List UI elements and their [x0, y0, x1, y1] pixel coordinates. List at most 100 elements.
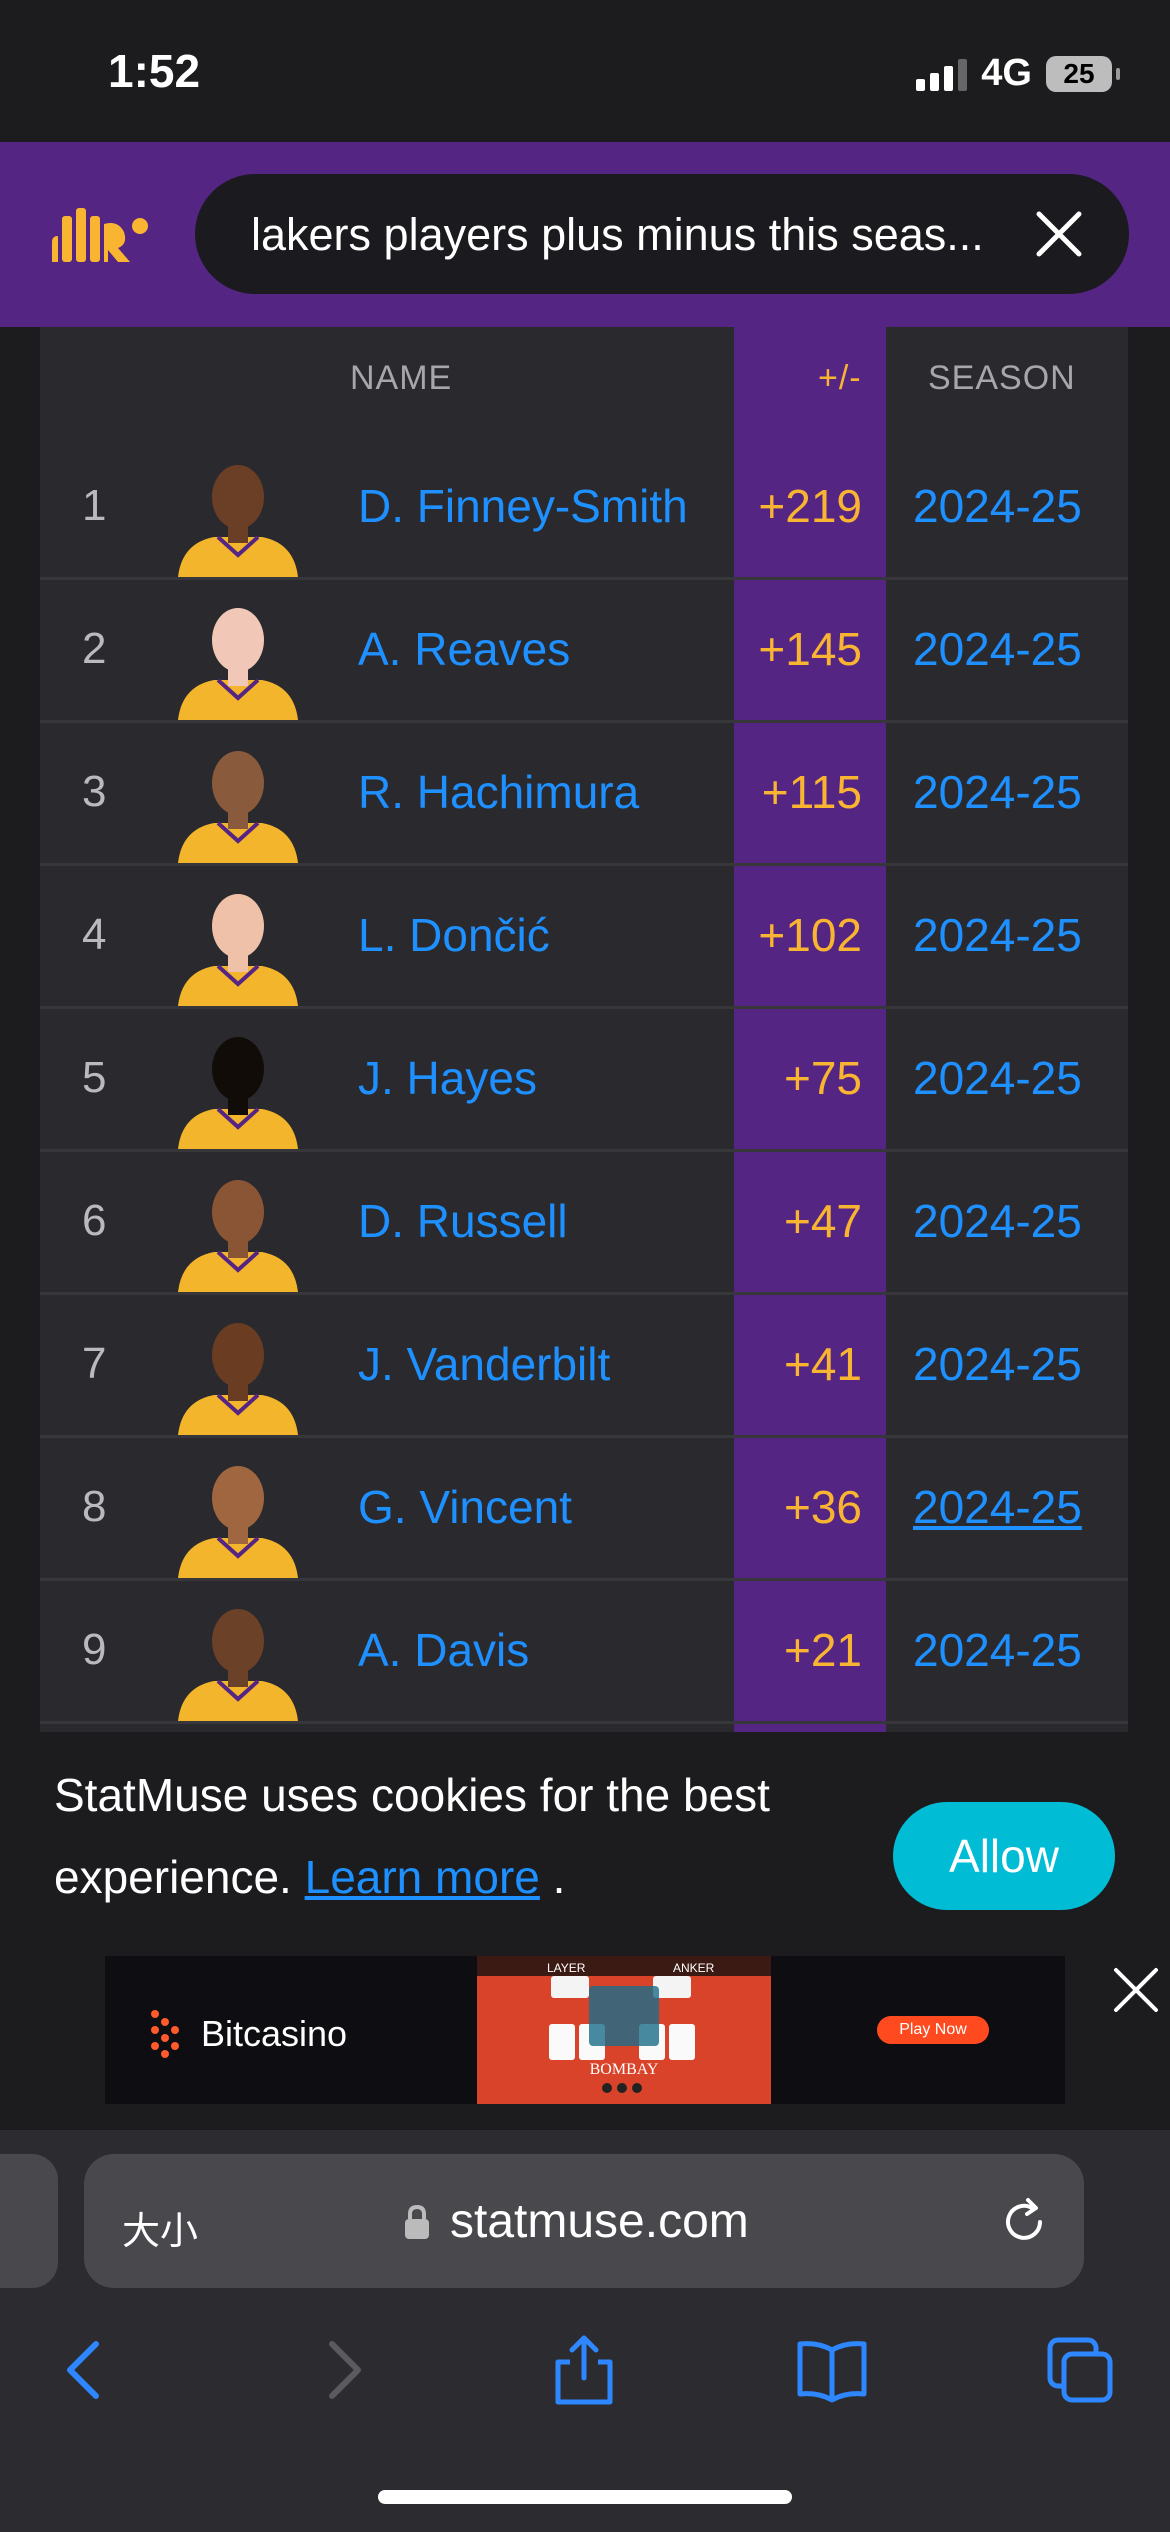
- player-name-link[interactable]: R. Hachimura: [358, 765, 639, 819]
- season-link[interactable]: 2024-25: [913, 908, 1082, 962]
- app-header: lakers players plus minus this seas...: [0, 142, 1170, 327]
- url-text: statmuse.com: [450, 2195, 749, 2248]
- table-row[interactable]: 4 L. Dončić +102 2024-25: [40, 866, 1128, 1009]
- header-plus-minus[interactable]: +/-: [818, 359, 862, 398]
- table-row[interactable]: 5 J. Hayes +75 2024-25: [40, 1009, 1128, 1152]
- season-link[interactable]: 2024-25: [913, 1623, 1082, 1677]
- home-indicator: [378, 2490, 792, 2504]
- ad-banner[interactable]: Bitcasino BOMBAY LAYER ANKER Play Now: [105, 1956, 1065, 2104]
- row-rank: 5: [82, 1053, 107, 1102]
- plus-minus-value: +36: [783, 1481, 862, 1533]
- season-link[interactable]: 2024-25: [913, 1194, 1082, 1248]
- table-row[interactable]: 6 D. Russell +47 2024-25: [40, 1152, 1128, 1295]
- table-row[interactable]: 9 A. Davis +21 2024-25: [40, 1581, 1128, 1724]
- header-name[interactable]: NAME: [350, 359, 452, 398]
- browser-chrome: 大小 statmuse.com: [0, 2130, 1170, 2532]
- player-name-link[interactable]: A. Reaves: [358, 622, 570, 676]
- row-rank: 4: [82, 910, 107, 959]
- row-rank: 6: [82, 1196, 107, 1245]
- row-rank: 8: [82, 1482, 107, 1531]
- reload-icon[interactable]: [998, 2196, 1050, 2248]
- signal-icon: [916, 57, 968, 91]
- cookie-banner: StatMuse uses cookies for the best exper…: [0, 1732, 1170, 1954]
- plus-minus-value: +115: [761, 766, 862, 818]
- row-rank: 2: [82, 624, 107, 673]
- ad-bar: Bitcasino BOMBAY LAYER ANKER Play Now: [0, 1954, 1170, 2130]
- browser-toolbar: [0, 2310, 1170, 2430]
- url-display[interactable]: statmuse.com: [402, 2194, 749, 2249]
- player-avatar-icon[interactable]: [168, 1595, 308, 1721]
- learn-more-link[interactable]: Learn more: [305, 1851, 540, 1903]
- row-rank: 3: [82, 767, 107, 816]
- ad-brand: Bitcasino: [145, 2006, 347, 2062]
- previous-tab-preview[interactable]: [0, 2154, 58, 2288]
- table-row[interactable]: 3 R. Hachimura +115 2024-25: [40, 723, 1128, 866]
- text-size-button[interactable]: 大小: [122, 2200, 198, 2255]
- row-rank: 1: [82, 481, 107, 530]
- row-rank: 7: [82, 1339, 107, 1388]
- battery-icon: 25: [1046, 55, 1120, 92]
- player-name-link[interactable]: J. Hayes: [358, 1051, 537, 1105]
- ad-player-label: LAYER: [547, 1961, 586, 1975]
- player-name-link[interactable]: A. Davis: [358, 1623, 529, 1677]
- search-query[interactable]: lakers players plus minus this seas...: [251, 209, 991, 261]
- season-link[interactable]: 2024-25: [913, 479, 1082, 533]
- table-row[interactable]: 7 J. Vanderbilt +41 2024-25: [40, 1295, 1128, 1438]
- status-indicators: 4G 25: [916, 52, 1120, 95]
- player-avatar-icon[interactable]: [168, 737, 308, 863]
- player-name-link[interactable]: D. Russell: [358, 1194, 568, 1248]
- back-icon[interactable]: [52, 2334, 124, 2406]
- table-row[interactable]: 1 D. Finney-Smith +219 2024-25: [40, 437, 1128, 580]
- share-icon[interactable]: [548, 2334, 620, 2406]
- bookmarks-icon[interactable]: [796, 2334, 868, 2406]
- bitcasino-logo-icon: [151, 2010, 179, 2058]
- tabs-icon[interactable]: [1044, 2334, 1116, 2406]
- player-name-link[interactable]: L. Dončić: [358, 908, 550, 962]
- player-avatar-icon[interactable]: [168, 880, 308, 1006]
- cookie-period: .: [552, 1851, 566, 1903]
- season-link[interactable]: 2024-25: [913, 622, 1082, 676]
- player-name-link[interactable]: G. Vincent: [358, 1480, 572, 1534]
- player-avatar-icon[interactable]: [168, 1309, 308, 1435]
- season-link[interactable]: 2024-25: [913, 765, 1082, 819]
- ad-image-title: BOMBAY: [590, 2061, 659, 2078]
- plus-minus-value: +219: [758, 480, 862, 532]
- player-name-link[interactable]: D. Finney-Smith: [358, 479, 688, 533]
- table-row[interactable]: 8 G. Vincent +36 2024-25: [40, 1438, 1128, 1581]
- results-table: NAME +/- SEASON 1 D. Finney-Smith +219 2…: [40, 327, 1128, 1732]
- player-avatar-icon[interactable]: [168, 1023, 308, 1149]
- header-season[interactable]: SEASON: [928, 359, 1076, 398]
- plus-minus-value: +75: [783, 1052, 862, 1104]
- address-bar[interactable]: 大小 statmuse.com: [84, 2154, 1084, 2288]
- player-name-link[interactable]: J. Vanderbilt: [358, 1337, 610, 1391]
- ad-image: BOMBAY LAYER ANKER: [477, 1956, 771, 2104]
- player-avatar-icon[interactable]: [168, 451, 308, 577]
- plus-minus-value: +21: [783, 1624, 862, 1676]
- ad-banker-label: ANKER: [673, 1961, 715, 1975]
- allow-button[interactable]: Allow: [893, 1802, 1115, 1910]
- ad-play-button[interactable]: Play Now: [877, 2016, 989, 2044]
- season-link[interactable]: 2024-25: [913, 1051, 1082, 1105]
- ad-brand-name: Bitcasino: [201, 2013, 348, 2054]
- plus-minus-value: +41: [783, 1338, 862, 1390]
- plus-minus-value: +47: [783, 1195, 862, 1247]
- player-avatar-icon[interactable]: [168, 594, 308, 720]
- plus-minus-value: +145: [758, 623, 862, 675]
- season-link[interactable]: 2024-25: [913, 1337, 1082, 1391]
- forward-icon[interactable]: [304, 2334, 376, 2406]
- season-link[interactable]: 2024-25: [913, 1480, 1082, 1534]
- player-avatar-icon[interactable]: [168, 1166, 308, 1292]
- cookie-message: StatMuse uses cookies for the best exper…: [54, 1754, 854, 1918]
- network-label: 4G: [981, 52, 1032, 94]
- close-icon[interactable]: [1029, 204, 1089, 264]
- search-bar[interactable]: lakers players plus minus this seas...: [195, 174, 1129, 294]
- lock-icon: [405, 2204, 429, 2239]
- table-header: NAME +/- SEASON: [40, 327, 1128, 437]
- ad-close-icon[interactable]: [1110, 1964, 1162, 2016]
- statmuse-logo-icon[interactable]: [48, 202, 152, 268]
- baccarat-table-image: BOMBAY LAYER ANKER: [477, 1956, 771, 2104]
- status-bar: 1:52 4G 25: [0, 0, 1170, 142]
- player-avatar-icon[interactable]: [168, 1452, 308, 1578]
- table-body: 1 D. Finney-Smith +219 2024-25 2 A. Reav…: [40, 437, 1128, 1724]
- table-row[interactable]: 2 A. Reaves +145 2024-25: [40, 580, 1128, 723]
